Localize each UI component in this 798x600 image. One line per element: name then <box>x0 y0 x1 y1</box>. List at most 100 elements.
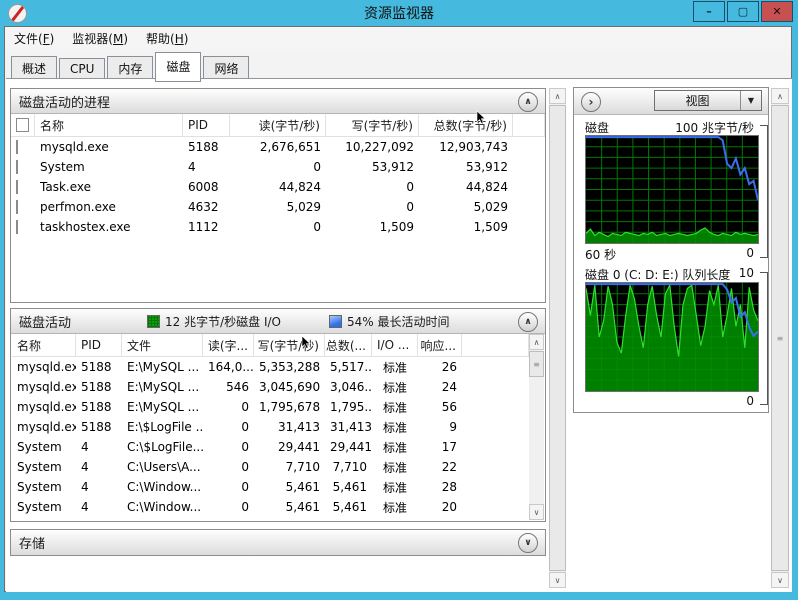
graph-pane-header: › 视图 ▼ <box>574 88 768 115</box>
left-pane-scrollbar[interactable]: ∧ ∨ <box>549 88 566 588</box>
column-header[interactable]: 响应... <box>418 334 462 356</box>
column-header[interactable]: 总数(... <box>325 334 372 356</box>
cell-response: 9 <box>449 420 457 434</box>
graph-pane: › 视图 ▼ 磁盘 100 兆字节/秒 60 秒 0 磁盘 0 (C: D: E… <box>573 87 769 413</box>
menu-item[interactable]: 帮助(H) <box>144 28 196 49</box>
row-checkbox[interactable] <box>16 220 18 234</box>
disk-activity-row[interactable]: System 4 C:\Window... 0 5,461 5,461 标准 20 <box>12 497 529 517</box>
cell-pid: 4 <box>81 440 89 454</box>
cell-response: 26 <box>441 360 457 374</box>
disk-activity-title: 磁盘活动 <box>19 315 72 331</box>
legend-disk-io: 12 兆字节/秒磁盘 I/O <box>147 313 281 330</box>
minimize-button[interactable]: – <box>693 1 725 22</box>
scroll-up-icon: ∧ <box>554 91 561 101</box>
cell-io-priority: 标准 <box>382 380 407 395</box>
column-header[interactable]: 名称 <box>35 114 183 136</box>
process-row[interactable]: taskhostex.exe 1112 0 1,509 1,509 <box>11 217 545 237</box>
chart2-scale-label: 10 <box>738 266 754 280</box>
process-row[interactable]: Task.exe 6008 44,824 0 44,824 <box>11 177 545 197</box>
disk-activity-scrollbar[interactable]: ∧ ≡ ∨ <box>529 334 544 520</box>
window-title: 资源监视器 <box>364 6 434 22</box>
column-header[interactable]: PID <box>76 334 122 356</box>
process-row[interactable]: mysqld.exe 5188 2,676,651 10,227,092 12,903,… <box>11 137 545 157</box>
cell-pid: 5188 <box>81 360 112 374</box>
maximize-button[interactable]: ▢ <box>727 1 759 22</box>
disk-activity-row[interactable]: mysqld.exe 5188 E:\$LogFile ... 0 31,413 31,4… <box>12 417 529 437</box>
cell-total: 5,461 <box>332 480 367 494</box>
cell-total: 12,903,743 <box>439 140 508 154</box>
column-header[interactable]: 写(字节/秒) <box>254 334 325 356</box>
close-button[interactable]: ✕ <box>761 1 793 22</box>
cell-file: E:\MySQL ... <box>127 400 200 414</box>
select-all-checkbox[interactable] <box>16 118 29 132</box>
cell-file: C:\Users\A... <box>127 460 201 474</box>
cell-name: perfmon.exe <box>40 200 116 214</box>
cell-write: 5,353,288 <box>259 360 321 374</box>
cell-file: C:\Window... <box>127 500 202 514</box>
column-header[interactable]: 写(字节/秒) <box>326 114 419 136</box>
collapse-button[interactable]: ∧ <box>518 312 538 332</box>
grip-icon: ≡ <box>533 359 540 369</box>
column-header[interactable]: PID <box>183 114 230 136</box>
collapse-graphs-button[interactable]: › <box>581 92 601 112</box>
cell-total: 53,912 <box>466 160 508 174</box>
cell-read: 5,029 <box>286 200 321 214</box>
scrollbar-thumb[interactable]: ≡ <box>771 105 789 571</box>
scrollbar-thumb[interactable]: ≡ <box>529 351 544 377</box>
scrollbar-thumb[interactable] <box>549 105 566 571</box>
row-checkbox[interactable] <box>16 200 18 214</box>
cell-total: 1,795... <box>330 400 372 414</box>
scroll-down-icon: ∨ <box>533 507 540 517</box>
column-header[interactable]: 总数(字节/秒) <box>419 114 513 136</box>
chart1-x-label: 60 秒 <box>585 248 617 262</box>
scroll-up-button[interactable]: ∧ <box>771 88 789 104</box>
cell-write: 1,795,678 <box>259 400 321 414</box>
cell-response: 22 <box>441 460 457 474</box>
content-area: 磁盘活动的进程 ∧ 名称 PID 读(字节/秒) 写(字节/秒) 总数(字节/秒) my… <box>6 78 792 592</box>
column-header[interactable]: 读(字节/秒) <box>230 114 326 136</box>
disk-activity-row[interactable]: mysqld.exe 5188 E:\MySQL ... 0 1,795,678 1,79… <box>12 397 529 417</box>
scroll-up-button[interactable]: ∧ <box>529 334 544 350</box>
scroll-down-button[interactable]: ∨ <box>771 572 789 588</box>
cell-io-priority: 标准 <box>382 480 407 495</box>
graph-pane-scrollbar[interactable]: ∧ ≡ ∨ <box>771 88 789 588</box>
disk-activity-row[interactable]: System 4 C:\Users\A... 0 7,710 7,710 标准 22 <box>12 457 529 477</box>
disk-activity-row[interactable]: System 4 C:\$LogFile... 0 29,441 29,441 标准 17 <box>12 437 529 457</box>
process-row[interactable]: perfmon.exe 4632 5,029 0 5,029 <box>11 197 545 217</box>
scroll-down-button[interactable]: ∨ <box>549 572 566 588</box>
disk-processes-header[interactable]: 磁盘活动的进程 ∧ <box>11 89 545 114</box>
cell-response: 17 <box>441 440 457 454</box>
column-header[interactable]: I/O ... <box>372 334 418 356</box>
disk-activity-header[interactable]: 磁盘活动 12 兆字节/秒磁盘 I/O 54% 最长活动时间 ∧ <box>11 309 545 334</box>
cell-total: 1,509 <box>473 220 508 234</box>
expand-button[interactable]: ∨ <box>518 533 538 553</box>
cell-name: System <box>17 480 62 494</box>
row-checkbox[interactable] <box>16 140 18 154</box>
menu-item[interactable]: 文件(F) <box>12 28 62 49</box>
views-button[interactable]: 视图 ▼ <box>654 90 762 111</box>
disk-activity-row[interactable]: System 4 C:\Window... 0 5,461 5,461 标准 28 <box>12 477 529 497</box>
scroll-up-button[interactable]: ∧ <box>549 88 566 104</box>
process-row[interactable]: System 4 0 53,912 53,912 <box>11 157 545 177</box>
column-header[interactable]: 读(字... <box>203 334 254 356</box>
cell-write: 5,461 <box>285 480 320 494</box>
column-header[interactable]: 名称 <box>12 334 76 356</box>
disk-activity-row[interactable]: mysqld.exe 5188 E:\MySQL ... 164,0... 5,353,… <box>12 357 529 377</box>
cell-file: E:\MySQL ... <box>127 360 200 374</box>
views-dropdown[interactable]: ▼ <box>740 91 761 110</box>
collapse-button[interactable]: ∧ <box>518 92 538 112</box>
cell-read: 44,824 <box>279 180 321 194</box>
cell-total: 31,413 <box>330 420 372 434</box>
chart1-scale-bracket <box>760 125 768 258</box>
column-header[interactable]: 文件 <box>122 334 203 356</box>
row-checkbox[interactable] <box>16 180 18 194</box>
chart2-zero-label: 0 <box>746 394 754 408</box>
row-checkbox[interactable] <box>16 160 18 174</box>
tab-磁盘[interactable]: 磁盘 <box>155 52 202 82</box>
scroll-down-button[interactable]: ∨ <box>529 504 544 520</box>
dropdown-arrow-icon: ▼ <box>747 96 755 105</box>
storage-header[interactable]: 存储 ∨ <box>11 530 545 555</box>
cell-file: E:\MySQL ... <box>127 380 200 394</box>
menu-item[interactable]: 监视器(M) <box>70 28 136 49</box>
disk-activity-row[interactable]: mysqld.exe 5188 E:\MySQL ... 546 3,045,690 3,… <box>12 377 529 397</box>
